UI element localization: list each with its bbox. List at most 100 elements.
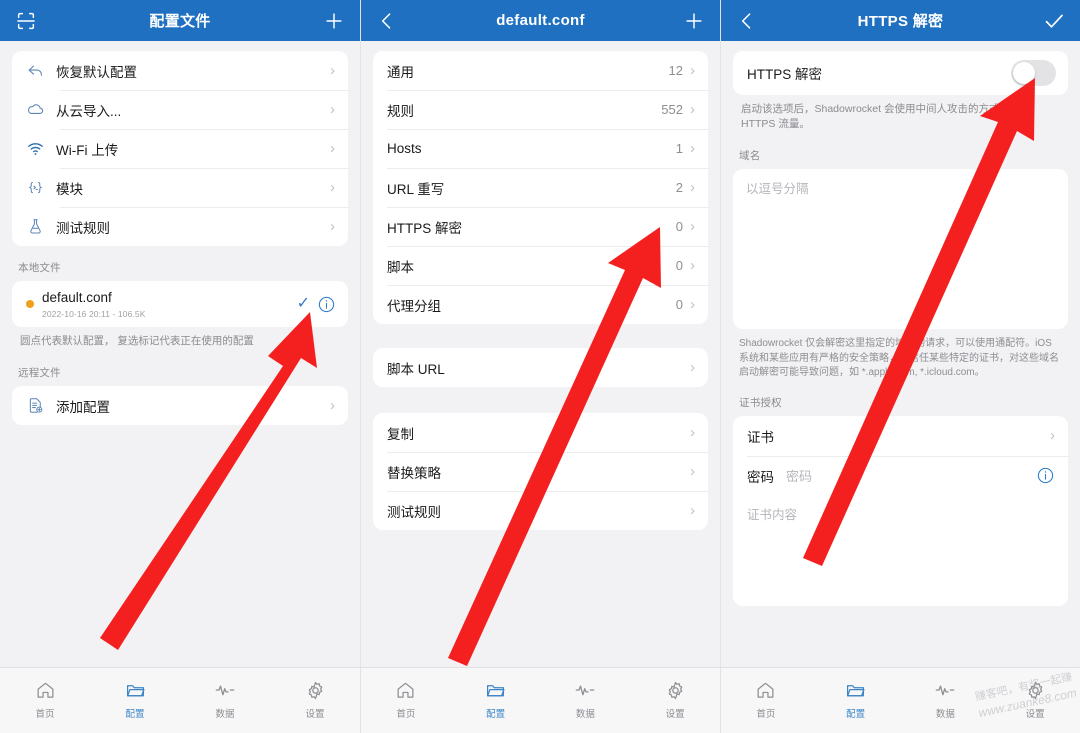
tab-label: 首页 [756, 709, 776, 720]
cert-content-input[interactable]: 证书内容 [733, 495, 1068, 606]
local-file-card: default.conf 2022-10-16 20:11 - 106.5K ✓ [12, 281, 348, 327]
https-toggle-switch[interactable] [1011, 60, 1056, 86]
password-row[interactable]: 密码 密码 [733, 455, 1068, 496]
chevron-right-icon: › [690, 463, 695, 480]
sections-card: 通用 12 › 规则 552 › Hosts 1 › URL 重写 2 › HT… [373, 51, 708, 324]
cert-row[interactable]: 证书 › [733, 416, 1068, 456]
cloud-icon [26, 100, 56, 119]
tab-config[interactable]: 配置 [811, 678, 901, 720]
action-label: 从云导入... [56, 103, 122, 119]
action-modules[interactable]: 模块 › [12, 168, 348, 207]
action-cloud-import[interactable]: 从云导入... › [12, 90, 348, 129]
tool-row-test-rules[interactable]: 测试规则 › [373, 491, 708, 530]
tab-label: 设置 [665, 709, 685, 720]
document-add-icon [26, 396, 56, 415]
section-label: 代理分组 [387, 298, 441, 314]
panel-profiles: 配置文件 恢复默认配置 › 从云导入... › Wi-Fi 上传 › 模块 › … [0, 0, 360, 733]
remote-files-title: 远程文件 [18, 367, 61, 380]
tab-label: 数据 [575, 709, 595, 720]
config-content: 通用 12 › 规则 552 › Hosts 1 › URL 重写 2 › HT… [361, 41, 720, 667]
tool-label: 替换策略 [387, 465, 441, 481]
domain-note: Shadowrocket 仅会解密这里指定的域名的请求，可以使用通配符。iOS … [739, 338, 1059, 379]
restore-arrow-icon [26, 61, 56, 80]
default-dot-indicator [26, 300, 34, 308]
file-texts: default.conf 2022-10-16 20:11 - 106.5K [42, 289, 297, 319]
plus-icon[interactable] [679, 6, 709, 36]
section-count: 0 [675, 258, 683, 273]
info-circle-icon[interactable] [317, 295, 336, 314]
tool-row-replace-policy[interactable]: 替换策略 › [373, 452, 708, 491]
action-label: 测试规则 [56, 220, 110, 236]
pulse-icon [214, 678, 236, 702]
checkmark-icon[interactable] [1039, 6, 1069, 36]
tab-settings[interactable]: 设置 [630, 678, 720, 720]
section-row-general[interactable]: 通用 12 › [373, 51, 708, 90]
chevron-left-icon[interactable] [372, 6, 402, 36]
tab-data[interactable]: 数据 [541, 678, 631, 720]
tab-home[interactable]: 首页 [721, 678, 811, 720]
section-count: 552 [661, 102, 683, 117]
tab-settings[interactable]: 设置 [270, 678, 360, 720]
section-row-script[interactable]: 脚本 0 › [373, 246, 708, 285]
cert-card: 证书 › 密码 密码 证书内容 [733, 415, 1068, 606]
info-circle-icon[interactable] [1036, 466, 1055, 485]
chevron-right-icon: › [330, 218, 335, 235]
script-url-card: 脚本 URL › [373, 348, 708, 387]
pulse-icon [934, 678, 956, 702]
checkmark-icon: ✓ [296, 295, 310, 312]
add-profile-row[interactable]: 添加配置 › [12, 386, 348, 425]
action-test-rules[interactable]: 测试规则 › [12, 207, 348, 246]
file-row-default-conf[interactable]: default.conf 2022-10-16 20:11 - 106.5K ✓ [12, 281, 348, 327]
tab-label: 数据 [215, 709, 235, 720]
chevron-right-icon: › [690, 502, 695, 519]
section-row-proxy-group[interactable]: 代理分组 0 › [373, 285, 708, 324]
chevron-right-icon: › [330, 179, 335, 196]
action-restore-default[interactable]: 恢复默认配置 › [12, 51, 348, 90]
password-label: 密码 [747, 469, 774, 485]
navbar-https: HTTPS 解密 [721, 0, 1080, 41]
tabbar-2: 首页 配置 数据 设置 [361, 667, 720, 733]
page-title: 配置文件 [149, 13, 211, 30]
section-row-rules[interactable]: 规则 552 › [373, 90, 708, 129]
tools-card: 复制 › 替换策略 › 测试规则 › [373, 413, 708, 530]
section-label: 脚本 [387, 259, 414, 275]
cert-section-title: 证书授权 [739, 396, 782, 409]
file-name: default.conf [42, 290, 112, 305]
domain-input[interactable]: 以逗号分隔 [733, 169, 1068, 330]
tab-label: 配置 [846, 709, 866, 720]
script-url-row[interactable]: 脚本 URL › [373, 348, 708, 387]
screen: 配置文件 恢复默认配置 › 从云导入... › Wi-Fi 上传 › 模块 › … [0, 0, 1080, 733]
section-row-url-rewrite[interactable]: URL 重写 2 › [373, 168, 708, 207]
https-content: HTTPS 解密 启动该选项后，Shadowrocket 会使用中间人攻击的方式… [721, 41, 1080, 667]
tab-home[interactable]: 首页 [361, 678, 451, 720]
section-count: 2 [675, 180, 683, 195]
tool-row-copy[interactable]: 复制 › [373, 413, 708, 452]
section-row-https-decrypt[interactable]: HTTPS 解密 0 › [373, 207, 708, 246]
action-label: 恢复默认配置 [56, 64, 137, 80]
folder-icon [485, 678, 506, 702]
tab-settings[interactable]: 设置 [990, 678, 1080, 720]
chevron-right-icon: › [690, 101, 695, 118]
scan-icon[interactable] [11, 6, 41, 36]
tab-home[interactable]: 首页 [0, 678, 90, 720]
section-row-hosts[interactable]: Hosts 1 › [373, 129, 708, 168]
tab-config[interactable]: 配置 [90, 678, 180, 720]
actions-card: 恢复默认配置 › 从云导入... › Wi-Fi 上传 › 模块 › 测试规则 … [12, 51, 348, 246]
chevron-right-icon: › [330, 140, 335, 157]
chevron-right-icon: › [690, 179, 695, 196]
remote-file-card: 添加配置 › [12, 386, 348, 426]
chevron-right-icon: › [690, 359, 695, 376]
tab-config[interactable]: 配置 [451, 678, 541, 720]
section-label: URL 重写 [387, 181, 445, 197]
tab-label: 首页 [396, 709, 416, 720]
tab-data[interactable]: 数据 [901, 678, 991, 720]
https-toggle-row[interactable]: HTTPS 解密 [733, 51, 1068, 95]
chevron-left-icon[interactable] [732, 6, 762, 36]
wifi-icon [26, 139, 56, 158]
gear-icon [665, 678, 686, 702]
action-wifi-upload[interactable]: Wi-Fi 上传 › [12, 129, 348, 168]
plus-icon[interactable] [319, 6, 349, 36]
local-files-title: 本地文件 [18, 262, 61, 274]
tab-data[interactable]: 数据 [180, 678, 270, 720]
password-input[interactable]: 密码 [786, 466, 1036, 485]
